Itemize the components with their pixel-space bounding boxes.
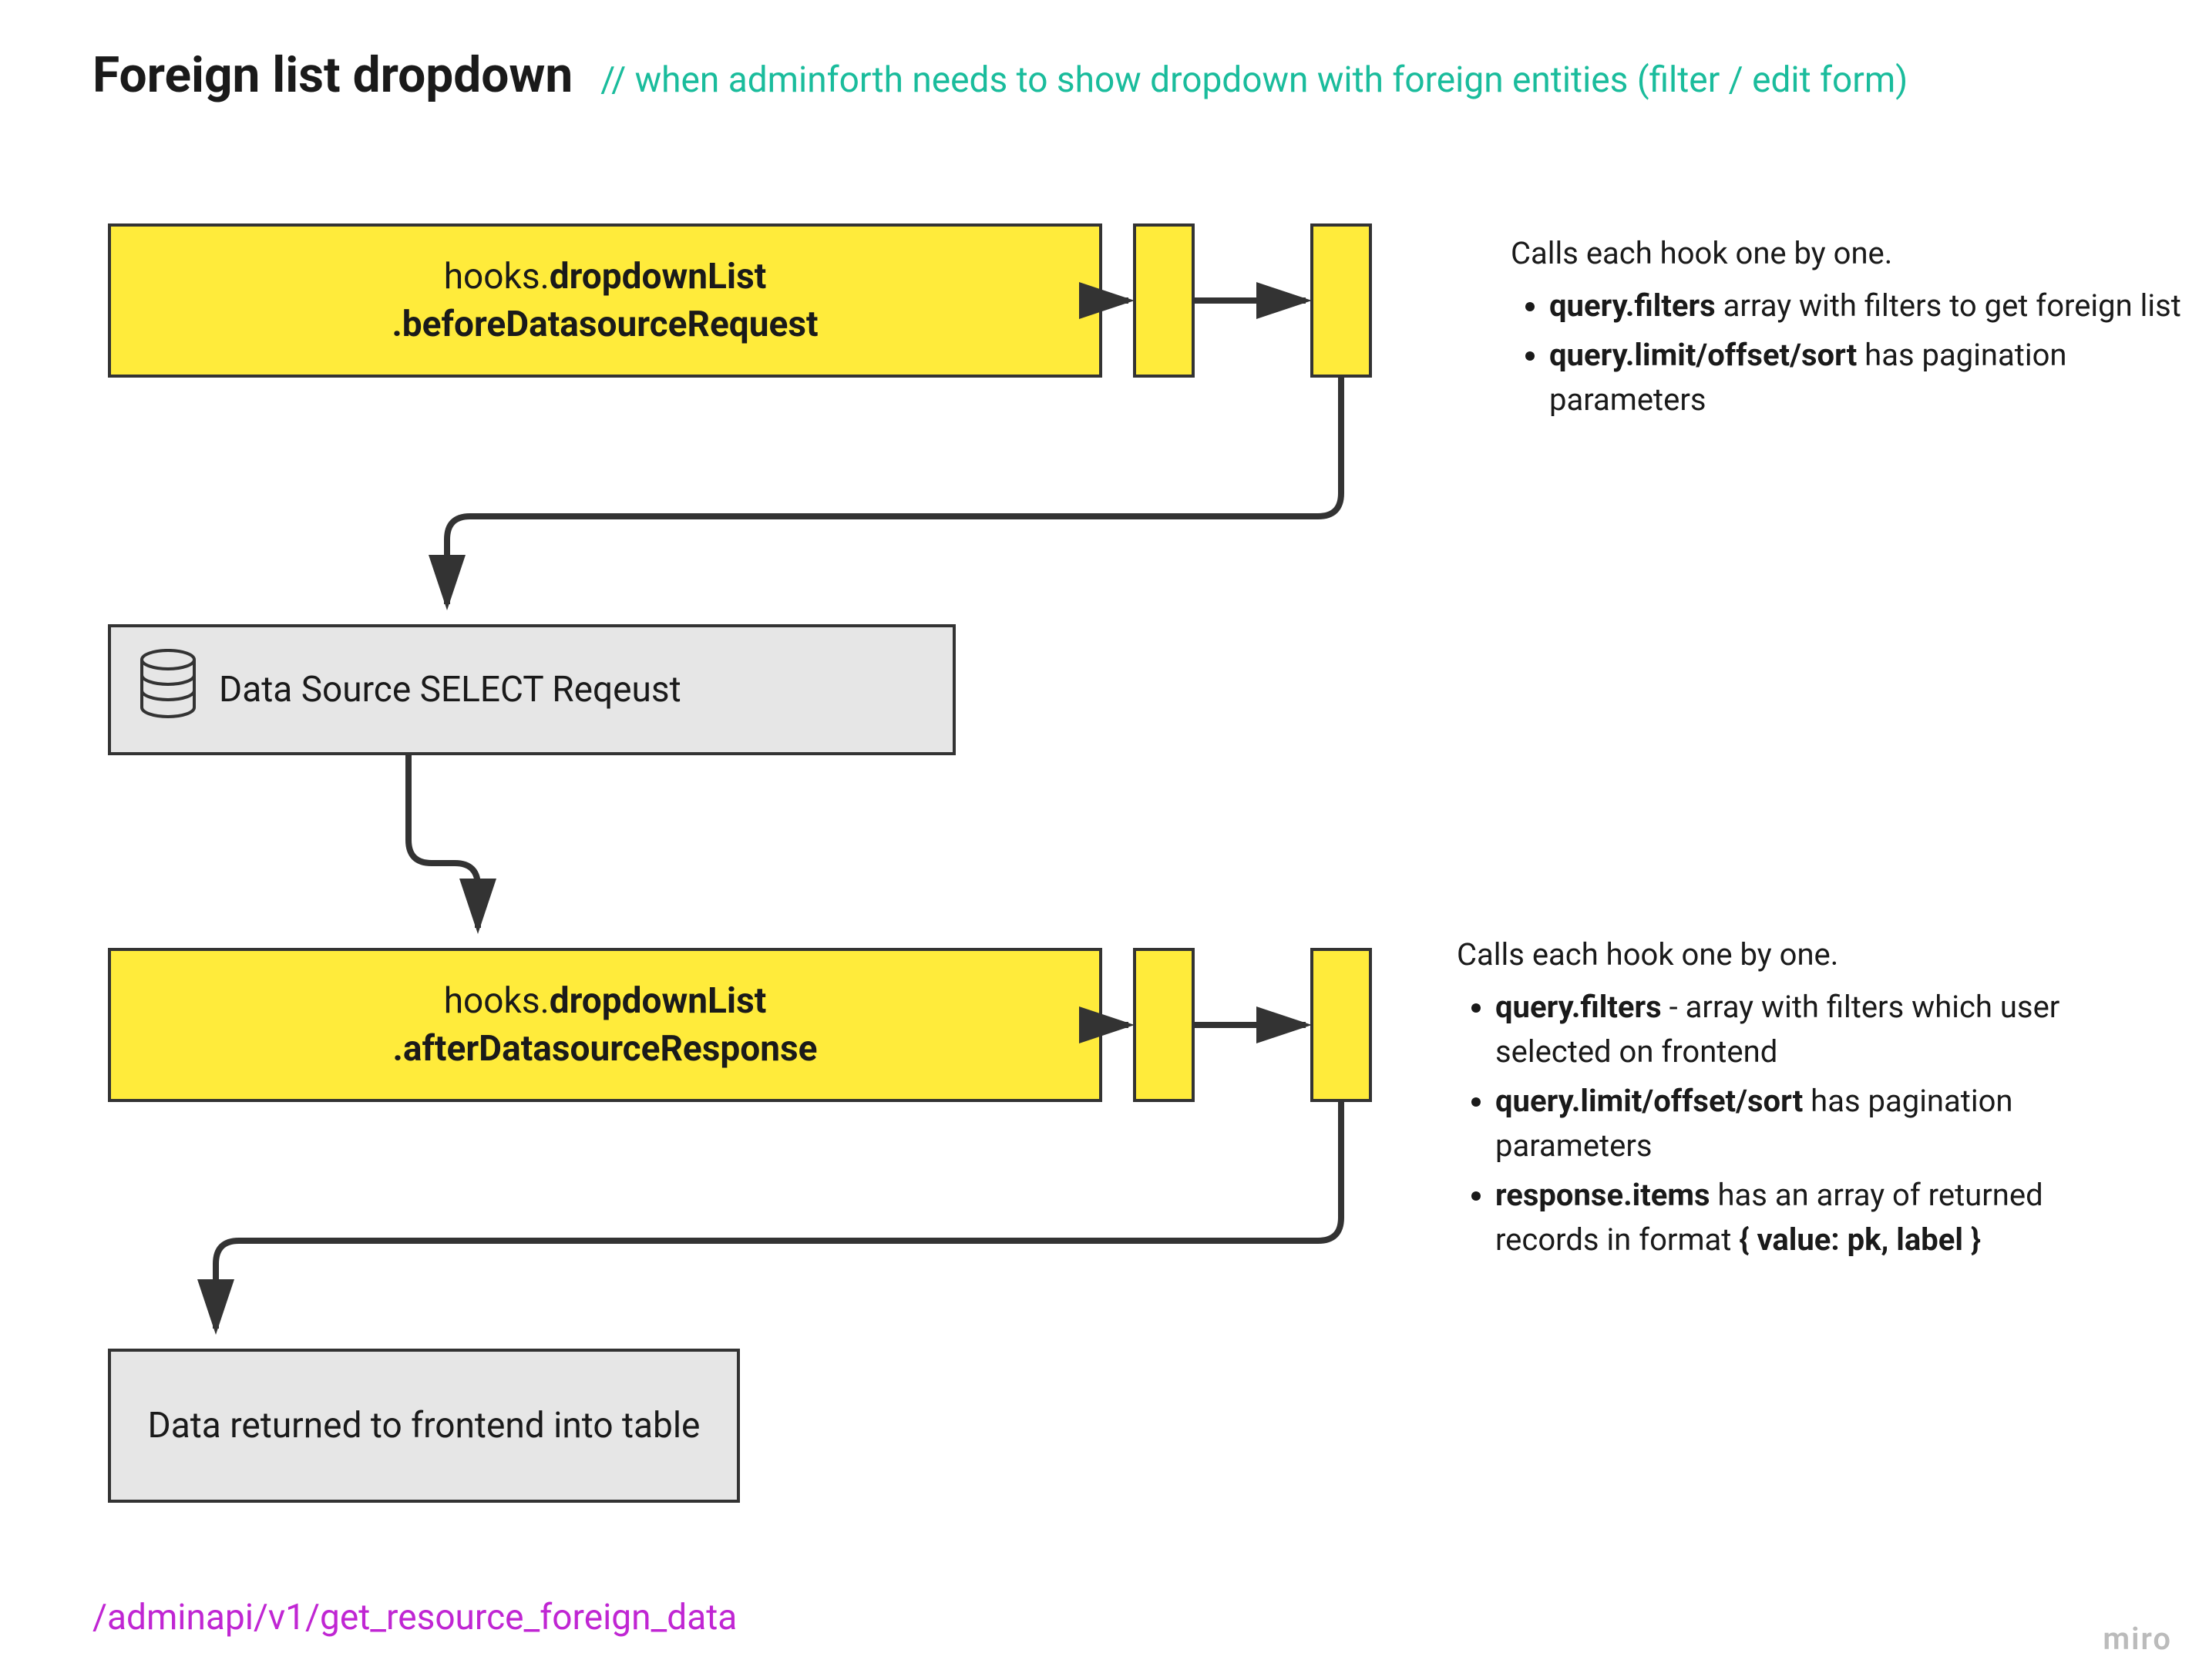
arrow-to-datasource <box>447 378 1372 624</box>
datasource-box: Data Source SELECT Reqeust <box>108 624 956 755</box>
hook-after-line2: .afterDatasourceResponse <box>393 1025 818 1073</box>
arrow-to-result <box>216 1102 1372 1349</box>
hook-after-small2 <box>1310 948 1372 1102</box>
datasource-label: Data Source SELECT Reqeust <box>203 666 1045 714</box>
arrow-to-after <box>385 755 540 948</box>
diagram-header: Foreign list dropdown // when adminforth… <box>92 46 1908 104</box>
hook-after-line1: hooks.dropdownList <box>444 977 767 1025</box>
api-endpoint: /adminapi/v1/get_resource_foreign_data <box>92 1597 737 1638</box>
annotation-after: Calls each hook one by one. query.filter… <box>1457 932 2135 1267</box>
annotation-before-list: query.filters array with filters to get … <box>1511 284 2189 422</box>
hook-before-small1 <box>1133 223 1195 378</box>
annotation-after-item-2: response.items has an array of returned … <box>1495 1173 2135 1262</box>
annotation-before-item-0: query.filters array with filters to get … <box>1549 284 2189 328</box>
diagram-title: Foreign list dropdown <box>92 46 573 104</box>
annotation-before-item-1: query.limit/offset/sort has pagination p… <box>1549 333 2189 422</box>
annotation-after-list: query.filters - array with filters which… <box>1457 985 2135 1262</box>
hook-after-small1 <box>1133 948 1195 1102</box>
database-icon <box>137 649 199 731</box>
annotation-after-intro: Calls each hook one by one. <box>1457 932 2135 977</box>
annotation-before: Calls each hook one by one. query.filter… <box>1511 231 2189 427</box>
result-box: Data returned to frontend into table <box>108 1349 740 1503</box>
diagram-subtitle: // when adminforth needs to show dropdow… <box>600 59 1908 101</box>
hook-before-line1: hooks.dropdownList <box>444 253 767 301</box>
hook-before-box: hooks.dropdownList .beforeDatasourceRequ… <box>108 223 1102 378</box>
result-label: Data returned to frontend into table <box>148 1402 701 1450</box>
annotation-after-item-0: query.filters - array with filters which… <box>1495 985 2135 1074</box>
annotation-after-item-1: query.limit/offset/sort has pagination p… <box>1495 1079 2135 1168</box>
hook-after-box: hooks.dropdownList .afterDatasourceRespo… <box>108 948 1102 1102</box>
hook-before-small2 <box>1310 223 1372 378</box>
annotation-before-intro: Calls each hook one by one. <box>1511 231 2189 276</box>
miro-logo: miro <box>2103 1621 2172 1657</box>
hook-before-line2: .beforeDatasourceRequest <box>392 301 818 348</box>
